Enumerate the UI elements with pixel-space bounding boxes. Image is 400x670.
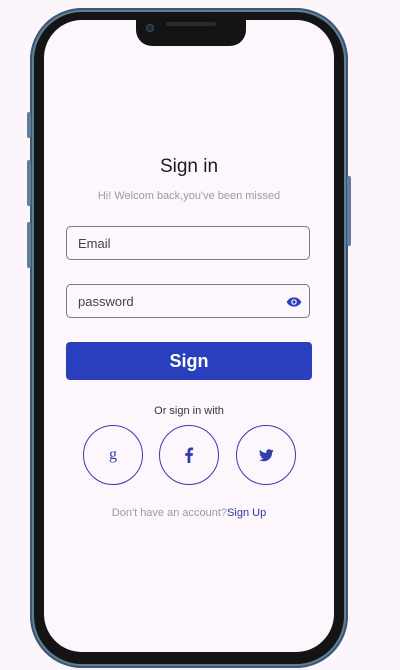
- signup-link[interactable]: Sign Up: [227, 507, 266, 519]
- speaker-icon: [166, 22, 216, 26]
- phone-notch: [136, 20, 246, 46]
- or-sign-in-with-label: Or sign in with: [154, 405, 224, 417]
- twitter-signin-button[interactable]: [236, 425, 296, 485]
- page-title: Sign in: [159, 156, 219, 177]
- facebook-signin-button[interactable]: [159, 425, 219, 485]
- google-signin-button[interactable]: g: [83, 425, 143, 485]
- signup-prompt: Don't have an account?Sign Up: [44, 507, 334, 519]
- signup-prompt-text: Don't have an account?: [111, 507, 228, 519]
- eye-icon[interactable]: [285, 294, 303, 310]
- twitter-icon: [258, 448, 274, 461]
- page-subtitle: Hi! Welcom back,you've been missed: [97, 190, 281, 202]
- phone-volume-up-button: [27, 160, 31, 206]
- phone-volume-down-button: [27, 222, 31, 268]
- password-field[interactable]: [67, 285, 309, 317]
- email-field[interactable]: [67, 227, 309, 259]
- email-field-container: [66, 226, 310, 260]
- camera-icon: [146, 24, 154, 32]
- google-icon: g: [109, 446, 117, 463]
- password-field-container: [66, 284, 310, 318]
- sign-button[interactable]: Sign: [66, 342, 312, 380]
- phone-power-button: [347, 176, 351, 246]
- phone-side-button: [27, 112, 31, 138]
- phone-screen: Sign in Hi! Welcom back,you've been miss…: [44, 20, 334, 652]
- facebook-icon: [185, 447, 194, 463]
